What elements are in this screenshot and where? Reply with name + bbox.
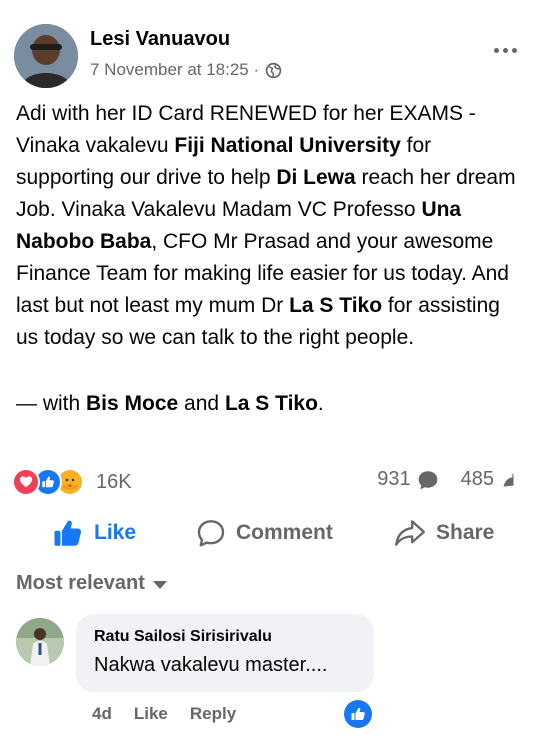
post-action-bar: Like Comment Share: [0, 508, 534, 558]
shares-count[interactable]: 485: [461, 468, 494, 491]
comment-text: Nakwa vakalevu master....: [94, 654, 328, 676]
comment-actions: 4d Like Reply: [92, 704, 236, 724]
like-button[interactable]: Like: [52, 518, 136, 548]
post-timestamp[interactable]: 7 November at 18:25 ·: [90, 60, 259, 80]
comment-reply-button[interactable]: Reply: [190, 704, 236, 724]
thumbs-up-icon: [54, 520, 82, 546]
globe-icon: [265, 62, 282, 78]
share-button[interactable]: Share: [394, 518, 494, 548]
comment-like-reaction-icon[interactable]: [344, 700, 372, 728]
reactions-count[interactable]: 16K: [96, 471, 132, 494]
commenter-avatar[interactable]: [16, 618, 64, 666]
post-header: Lesi Vanuavou 7 November at 18:25 ·: [14, 24, 522, 90]
with-prefix: — with: [16, 392, 87, 415]
comment-button[interactable]: Comment: [196, 518, 333, 548]
author-avatar[interactable]: [14, 24, 78, 88]
post-body: Adi with her ID Card RENEWED for her EXA…: [16, 98, 522, 354]
love-icon: [12, 468, 40, 496]
like-label: Like: [94, 521, 137, 544]
post-meta: 7 November at 18:25 ·: [90, 60, 282, 80]
post-mention[interactable]: Fiji National University: [174, 134, 400, 157]
comment-age: 4d: [92, 704, 112, 723]
author-name[interactable]: Lesi Vanuavou: [90, 28, 230, 51]
sort-label: Most relevant: [16, 572, 145, 594]
comments-count[interactable]: 931: [377, 468, 410, 491]
comment-like-button[interactable]: Like: [134, 704, 168, 724]
chevron-down-icon: [152, 581, 167, 589]
tagged-user-1[interactable]: Bis Moce: [86, 392, 178, 415]
with-suffix: .: [317, 392, 324, 415]
comment-bubble: Ratu Sailosi Sirisirivalu Nakwa vakalevu…: [76, 614, 374, 692]
comment-label: Comment: [236, 521, 333, 544]
comment-sort-dropdown[interactable]: Most relevant: [16, 572, 167, 595]
comment-icon: [197, 520, 225, 547]
comment-bubble-icon: [418, 470, 437, 489]
tagged-with-line: — with Bis Moce and La S Tiko.: [16, 388, 324, 420]
engagement-stats: 931 485: [377, 468, 516, 491]
more-options-icon[interactable]: [490, 40, 520, 60]
post-mention[interactable]: La S Tiko: [289, 294, 382, 317]
tagged-user-2[interactable]: La S Tiko: [225, 392, 318, 415]
share-icon: [395, 520, 425, 546]
share-label: Share: [436, 521, 495, 544]
share-arrow-icon: [503, 472, 514, 487]
commenter-name[interactable]: Ratu Sailosi Sirisirivalu: [94, 628, 272, 646]
with-and: and: [178, 392, 225, 415]
reactions-summary[interactable]: 16K: [12, 466, 132, 498]
post-mention[interactable]: Di Lewa: [276, 166, 355, 189]
